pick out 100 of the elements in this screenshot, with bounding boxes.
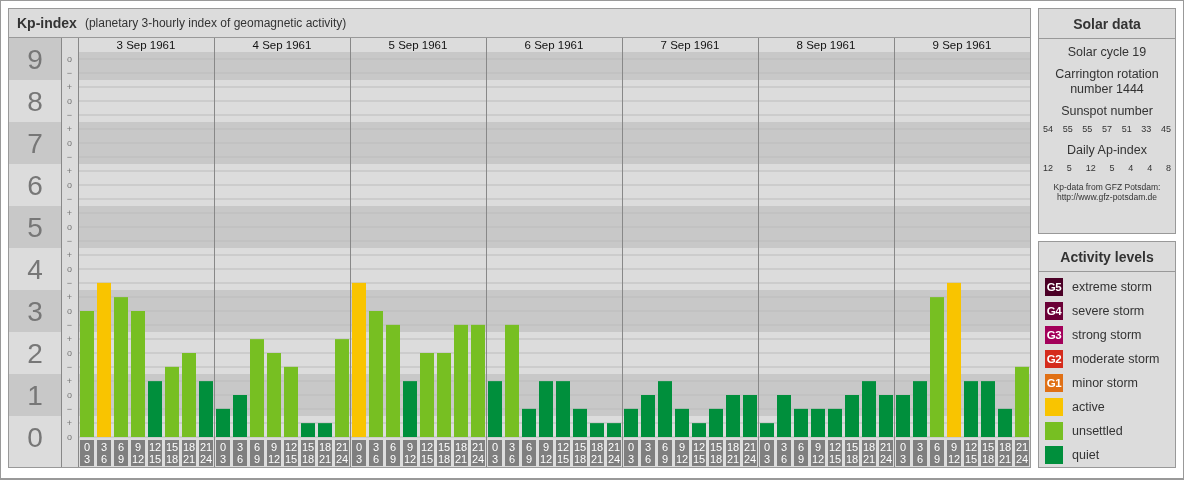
axis-label: 8 [27, 86, 43, 117]
time-slot-label: 3 6 [233, 440, 247, 466]
minor-tick-label: + [66, 418, 73, 428]
time-slot-label: 21 24 [1015, 440, 1029, 466]
minor-tick-label: o [67, 96, 72, 106]
kp-bar [760, 423, 774, 437]
legend-label: extreme storm [1072, 280, 1152, 294]
time-slot-label: 3 6 [505, 440, 519, 466]
minor-tick-label: o [67, 222, 72, 232]
kp-bar [148, 381, 162, 437]
sunspot-value: 54 [1043, 124, 1053, 134]
minor-tick-label: o [67, 432, 72, 442]
time-slot-label: 0 3 [624, 440, 638, 466]
minor-tick-label: − [66, 362, 73, 372]
ap-index-label: Daily Ap-index [1067, 143, 1147, 158]
time-slot-label: 3 6 [777, 440, 791, 466]
legend-swatch: G5 [1045, 278, 1063, 296]
kp-bar [845, 395, 859, 437]
legend-label: strong storm [1072, 328, 1142, 342]
sunspot-value: 45 [1160, 124, 1171, 134]
ap-index-value: 12 [1043, 163, 1053, 173]
time-slot-label: 6 9 [794, 440, 808, 466]
time-slot-label: 6 9 [930, 440, 944, 466]
sunspot-value: 33 [1141, 124, 1152, 134]
time-slot-label: 21 24 [879, 440, 893, 466]
kp-bar [556, 381, 570, 437]
sunspot-label: Sunspot number [1061, 104, 1153, 119]
axis-label: 2 [27, 338, 43, 369]
minor-tick-label: − [66, 152, 73, 162]
time-slot-label: 0 3 [760, 440, 774, 466]
ap-index-value: 5 [1109, 163, 1115, 173]
kp-bar [692, 423, 706, 437]
time-slot-label: 9 12 [267, 440, 281, 466]
legend-label: moderate storm [1072, 352, 1160, 366]
kp-bar [658, 381, 672, 437]
minor-tick-label: + [66, 124, 73, 134]
kp-bar [743, 395, 757, 437]
date-label: 3 Sep 1961 [116, 39, 176, 51]
legend-swatch: G2 [1045, 350, 1063, 368]
solar-cycle-text: Solar cycle 19 [1067, 45, 1147, 60]
time-slot-label: 9 12 [675, 440, 689, 466]
minor-tick-label: − [66, 194, 73, 204]
kp-bar [301, 423, 315, 437]
date-label: 5 Sep 1961 [388, 39, 448, 51]
time-slot-label: 12 15 [148, 440, 162, 466]
axis-label: 5 [27, 212, 43, 243]
minor-tick-label: − [66, 236, 73, 246]
date-label: 8 Sep 1961 [796, 39, 856, 51]
kp-bar [896, 395, 910, 437]
kp-bar [675, 408, 689, 437]
time-slot-label: 12 15 [420, 440, 434, 466]
kp-bar [998, 408, 1012, 437]
minor-tick-label: + [66, 166, 73, 176]
time-slot-label: 0 3 [896, 440, 910, 466]
panel-title: Kp-index [17, 15, 77, 31]
time-slot-label: 6 9 [522, 440, 536, 466]
time-slot-label: 9 12 [811, 440, 825, 466]
minor-tick-label: − [66, 404, 73, 414]
time-slot-label: 6 9 [386, 440, 400, 466]
minor-tick-label: o [67, 180, 72, 190]
kp-bar [913, 381, 927, 437]
sunspot-value: 55 [1062, 124, 1073, 134]
time-slot-label: 9 12 [131, 440, 145, 466]
kp-bar [964, 381, 978, 437]
kp-bar [862, 381, 876, 437]
kp-bar [777, 395, 791, 437]
ap-index-value: 5 [1066, 163, 1072, 173]
kp-bar [794, 408, 808, 437]
kp-bar [284, 366, 298, 437]
sunspot-value: 55 [1082, 124, 1093, 134]
legend-swatch: G4 [1045, 302, 1063, 320]
minor-tick-label: + [66, 334, 73, 344]
kp-bar [624, 408, 638, 437]
kp-bar [199, 381, 213, 437]
minor-tick-label: − [66, 68, 73, 78]
minor-tick-label: o [67, 348, 72, 358]
ap-index-value: 8 [1165, 163, 1171, 173]
minor-tick-label: + [66, 292, 73, 302]
date-label: 4 Sep 1961 [252, 39, 312, 51]
time-slot-label: 0 3 [216, 440, 230, 466]
time-slot-label: 12 15 [828, 440, 842, 466]
kp-bar [233, 395, 247, 437]
axis-label: 7 [27, 128, 43, 159]
time-slot-label: 15 18 [437, 440, 451, 466]
kp-bar [165, 366, 179, 437]
kp-bar [641, 395, 655, 437]
minor-tick-label: o [67, 390, 72, 400]
legend-label: minor storm [1072, 376, 1138, 390]
time-slot-label: 9 12 [403, 440, 417, 466]
minor-tick-label: − [66, 110, 73, 120]
time-slot-label: 6 9 [114, 440, 128, 466]
time-slot-label: 18 21 [862, 440, 876, 466]
time-slot-label: 3 6 [369, 440, 383, 466]
kp-bar [216, 408, 230, 437]
minor-tick-label: − [66, 320, 73, 330]
time-slot-label: 18 21 [182, 440, 196, 466]
carrington-text: Carrington rotation number 1444 [1054, 67, 1160, 97]
time-slot-label: 9 12 [947, 440, 961, 466]
sunspot-value: 57 [1101, 124, 1112, 134]
time-slot-label: 21 24 [471, 440, 485, 466]
